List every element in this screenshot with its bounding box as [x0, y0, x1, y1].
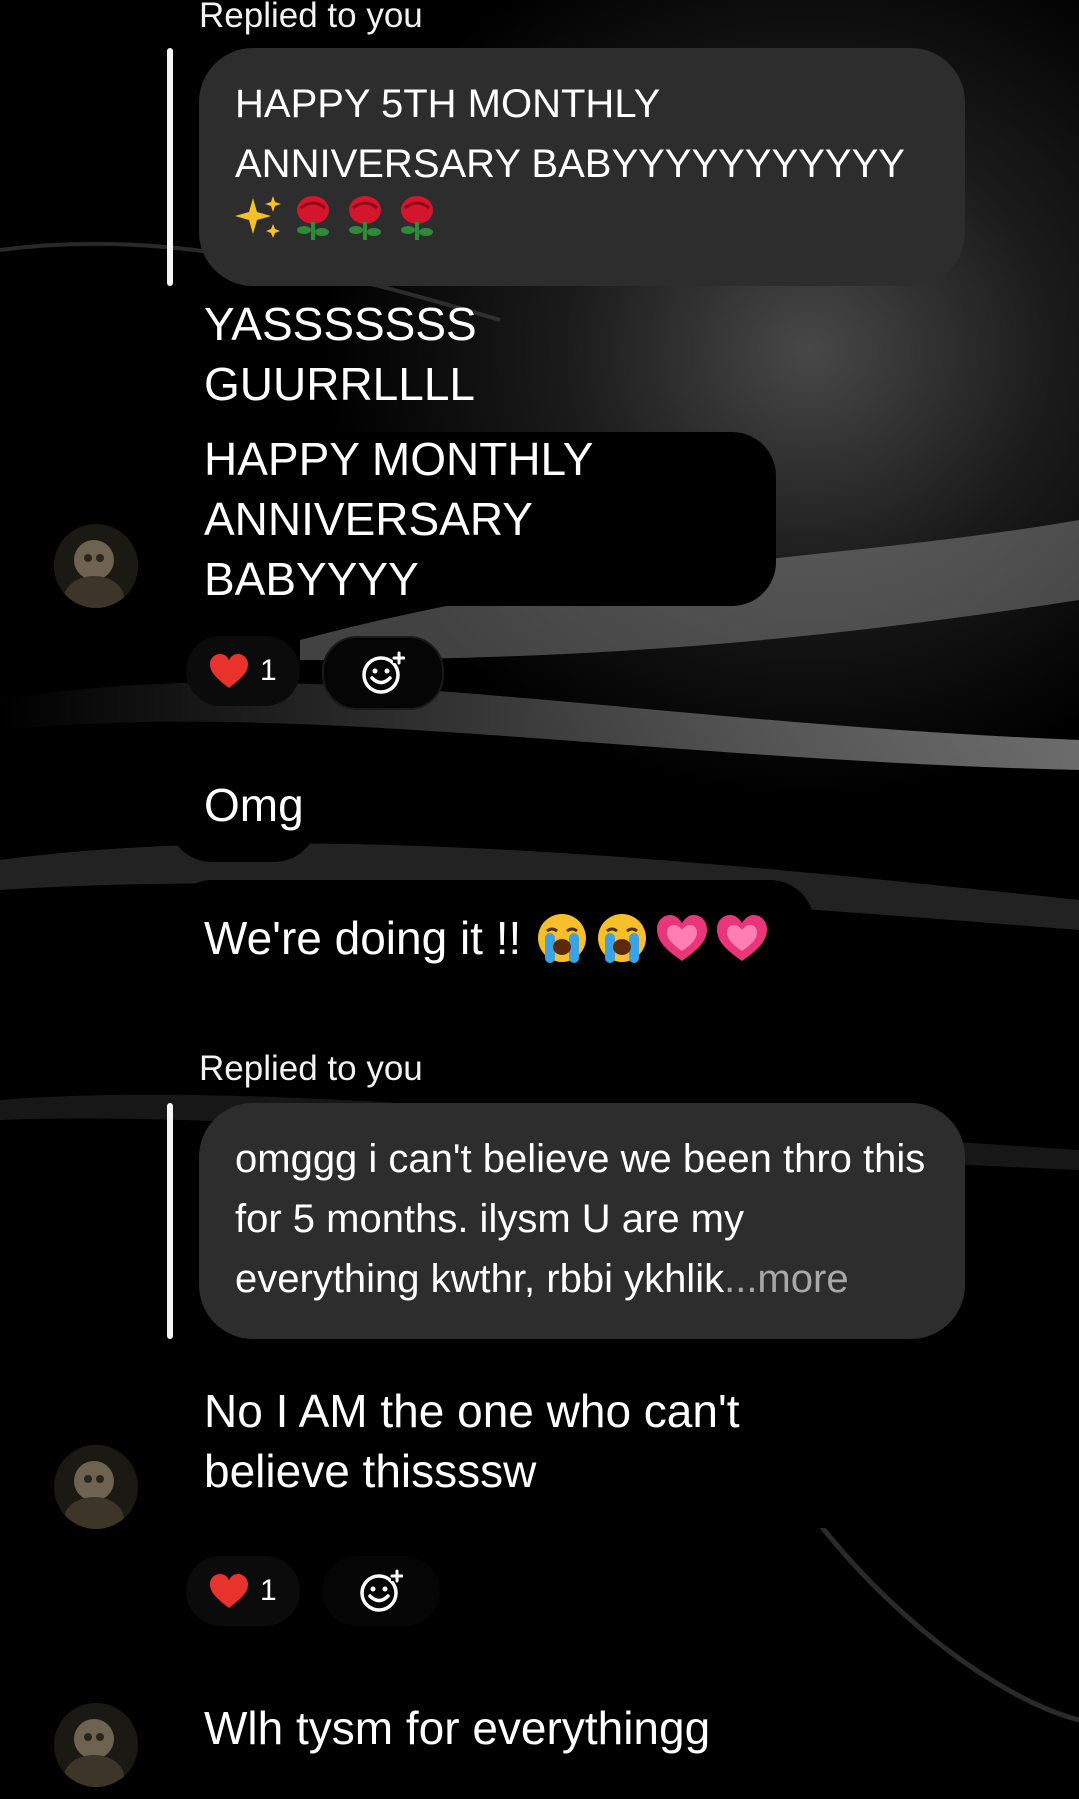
message-text: HAPPY MONTHLY ANNIVERSARY BABYYYY — [204, 433, 594, 605]
message-bubble[interactable]: Wlh tysm for everythingg — [168, 1670, 768, 1786]
message-bubble[interactable]: We're doing it !! — [168, 880, 814, 996]
message-text: We're doing it !! — [204, 912, 522, 964]
message-bubble[interactable]: HAPPY MONTHLY ANNIVERSARY BABYYYY — [168, 432, 776, 606]
rose-icon — [349, 196, 381, 240]
message-bubble[interactable]: YASSSSSSS GUURRLLLL — [168, 298, 773, 410]
message-bubble[interactable]: No I AM the one who can't believe thisss… — [168, 1354, 882, 1528]
emoji-row — [535, 911, 769, 965]
growing-heart-icon — [657, 915, 708, 961]
more-link[interactable]: ...more — [724, 1257, 848, 1301]
red-heart-icon — [210, 654, 248, 688]
message-bubble[interactable]: Omg — [168, 748, 318, 862]
message-text: YASSSSSSS GUURRLLLL — [204, 298, 477, 410]
red-heart-icon — [210, 1574, 248, 1608]
quoted-message-bubble[interactable]: HAPPY 5TH MONTHLY ANNIVERSARY BABYYYYYYY… — [199, 48, 965, 286]
add-reaction-button[interactable] — [322, 636, 444, 710]
add-emoji-icon — [360, 1569, 403, 1612]
avatar-image — [54, 524, 138, 608]
message-text: Omg — [204, 779, 304, 831]
avatar-image — [54, 1445, 138, 1529]
add-emoji-icon — [362, 651, 405, 694]
reply-indicator-bar — [167, 48, 173, 286]
replied-to-you-label: Replied to you — [199, 1049, 423, 1088]
avatar[interactable] — [54, 524, 138, 608]
reply-indicator-bar — [167, 1103, 173, 1339]
rose-icon — [401, 196, 433, 240]
rose-icon — [297, 196, 329, 240]
emoji-row — [235, 194, 439, 242]
reaction-pill[interactable]: 1 — [186, 1556, 300, 1626]
sparkles-icon — [235, 196, 281, 238]
message-text: Wlh tysm for everythingg — [204, 1702, 711, 1754]
add-reaction-button[interactable] — [322, 1556, 440, 1626]
replied-to-you-label: Replied to you — [199, 0, 423, 35]
reaction-count: 1 — [260, 654, 277, 687]
avatar[interactable] — [54, 1445, 138, 1529]
growing-heart-icon — [717, 915, 768, 961]
message-text: No I AM the one who can't believe thisss… — [204, 1385, 740, 1497]
reaction-count: 1 — [260, 1574, 277, 1607]
avatar-image — [54, 1703, 138, 1787]
quoted-message-bubble[interactable]: omggg i can't believe we been thro this … — [199, 1103, 965, 1339]
loudly-crying-face-icon — [598, 914, 647, 963]
quoted-message-text: HAPPY 5TH MONTHLY ANNIVERSARY BABYYYYYYY… — [235, 82, 905, 186]
reaction-pill[interactable]: 1 — [186, 636, 300, 706]
loudly-crying-face-icon — [538, 914, 587, 963]
avatar[interactable] — [54, 1703, 138, 1787]
